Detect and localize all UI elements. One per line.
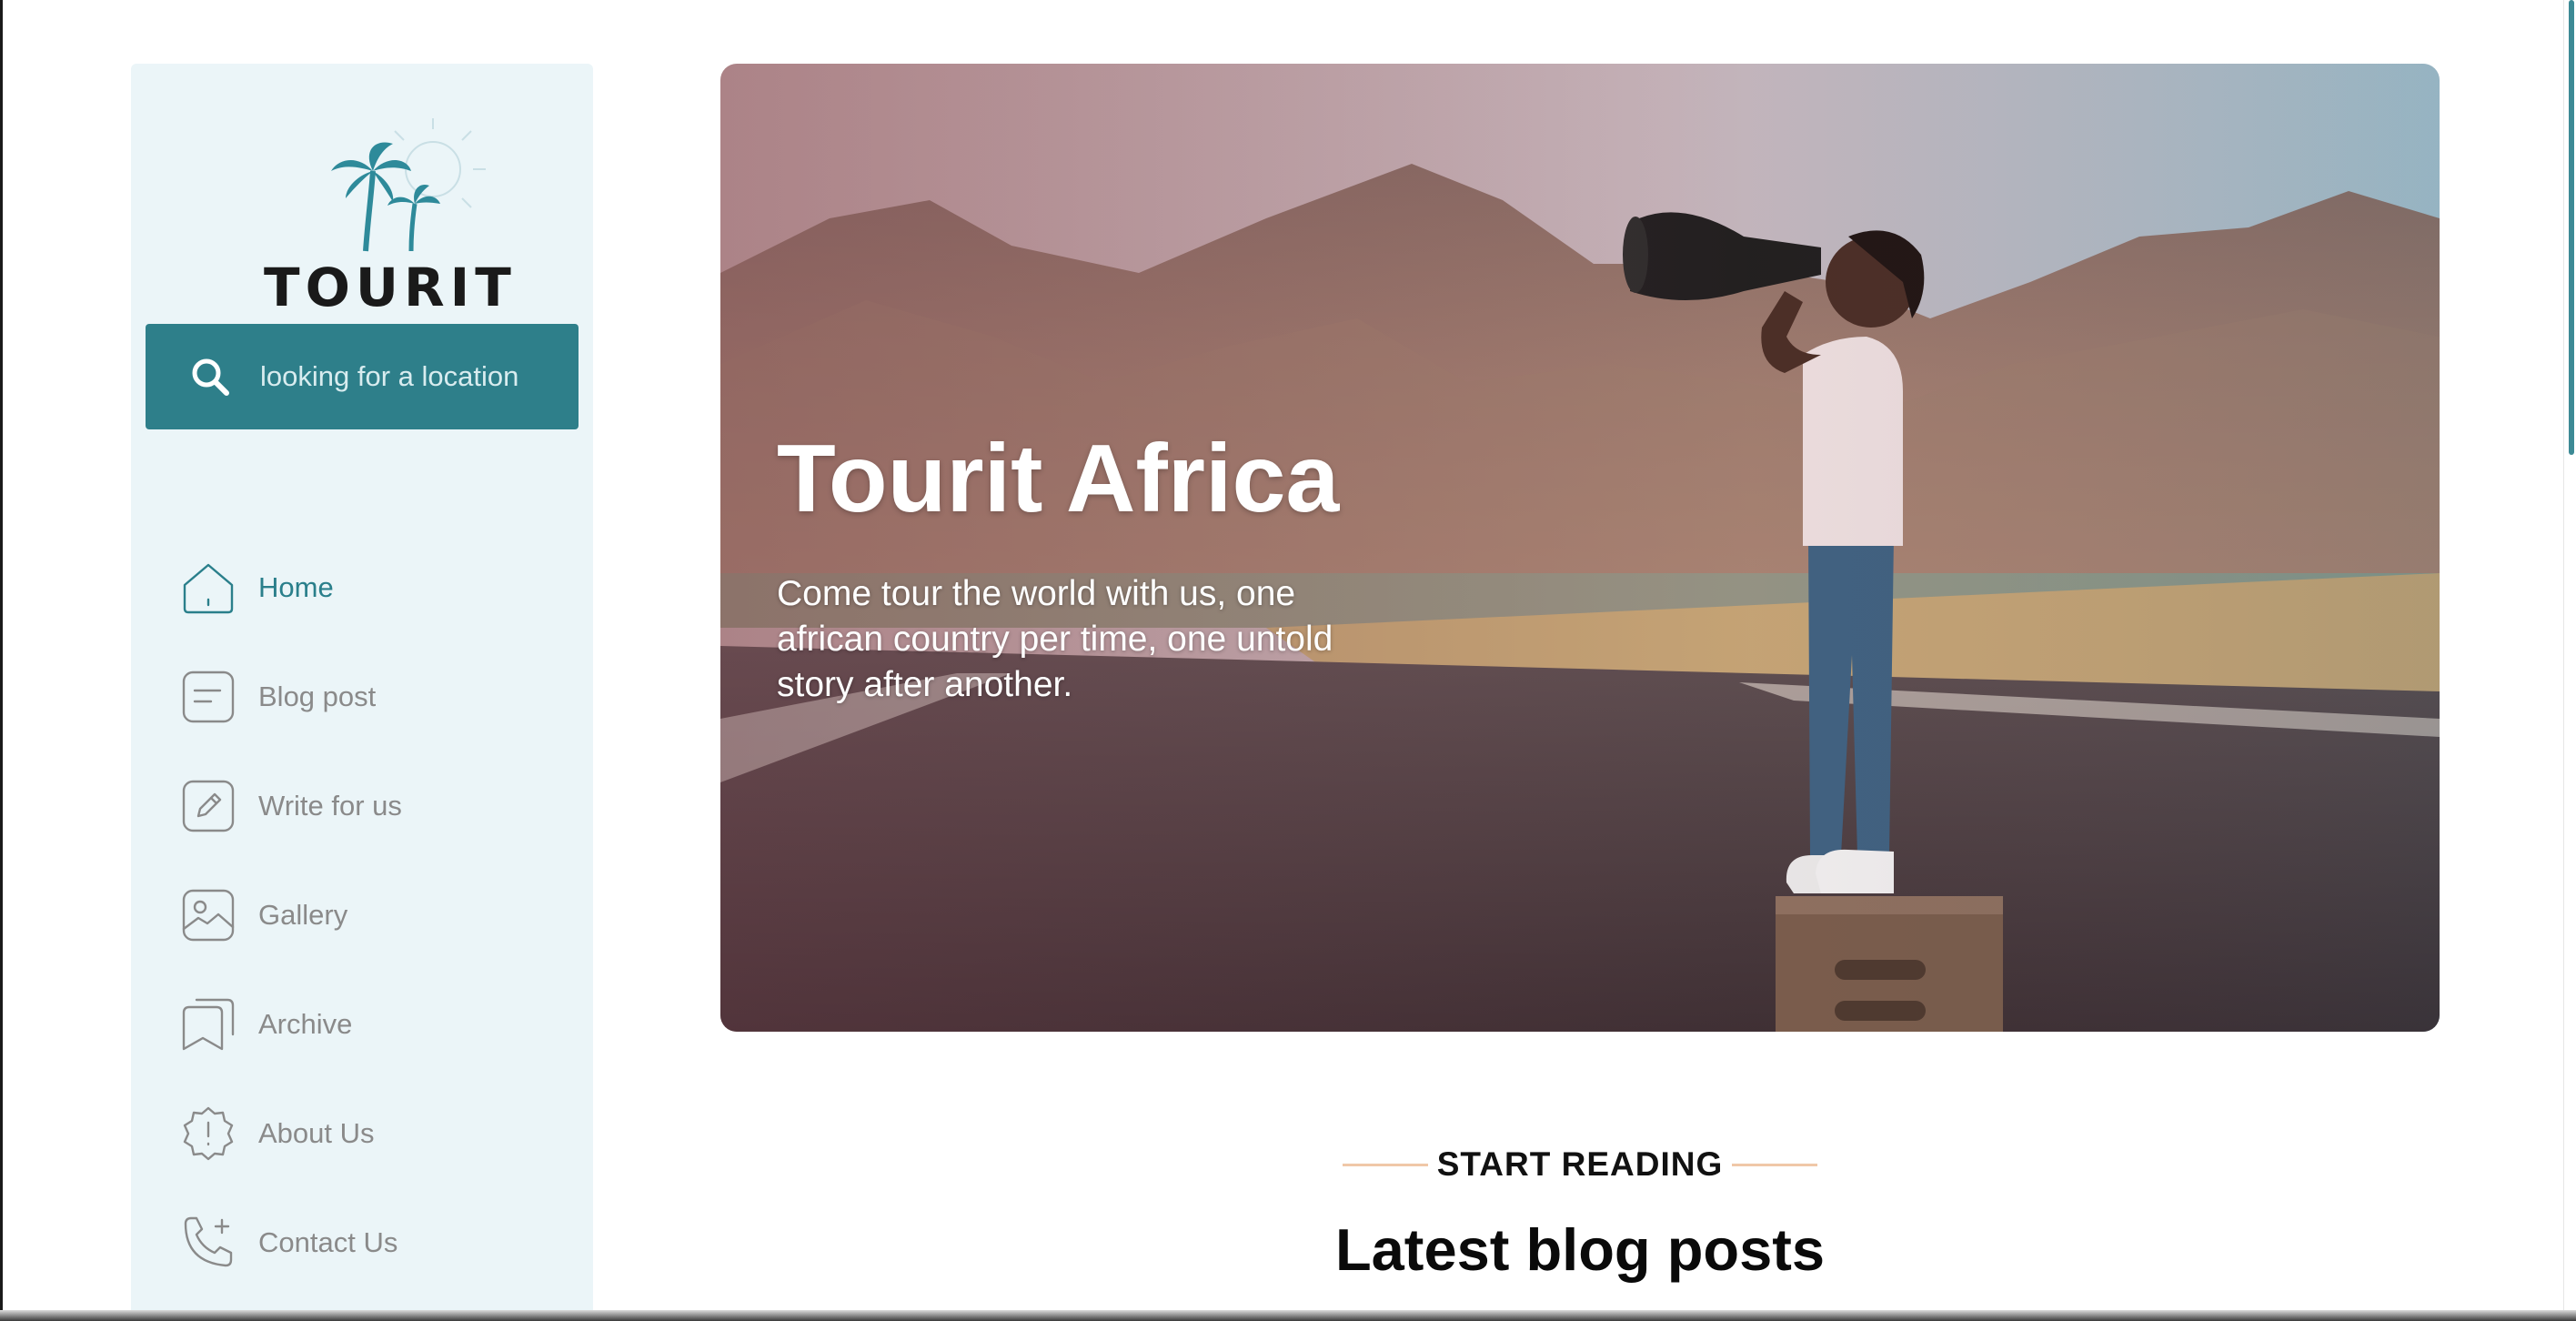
- sidebar-item-label: Archive: [258, 1008, 353, 1040]
- section-title: Latest blog posts: [1334, 1216, 1826, 1283]
- sidebar-item-label: Gallery: [258, 899, 348, 931]
- sidebar-item-label: Contact Us: [258, 1226, 398, 1258]
- sidebar-item-blog-post[interactable]: Blog post: [180, 642, 562, 751]
- palm-sun-icon: [331, 118, 486, 252]
- bookmarks-icon: [180, 996, 236, 1053]
- sidebar-item-write-for-us[interactable]: Write for us: [180, 751, 562, 861]
- document-icon: [180, 669, 236, 725]
- search-bar[interactable]: [146, 324, 579, 429]
- sidebar-item-label: Home: [258, 571, 334, 603]
- search-icon: [192, 358, 229, 396]
- sidebar-item-home[interactable]: Home: [180, 533, 562, 642]
- info-badge-icon: [180, 1105, 236, 1162]
- image-icon: [180, 887, 236, 943]
- window-bottom-edge: [0, 1310, 2576, 1321]
- sidebar-item-label: Blog post: [258, 681, 377, 712]
- search-input[interactable]: [260, 360, 569, 393]
- pencil-icon: [180, 778, 236, 834]
- sidebar-item-label: Write for us: [258, 790, 402, 822]
- page-scrollbar[interactable]: [2563, 0, 2576, 1321]
- window-edge: [0, 0, 3, 1321]
- hero-subtitle: Come tour the world with us, one african…: [777, 574, 1333, 704]
- logo-wordmark: TOURIT: [264, 257, 517, 318]
- scrollbar-thumb[interactable]: [2569, 0, 2574, 455]
- home-icon: [180, 560, 236, 616]
- sidebar-item-label: About Us: [258, 1117, 375, 1149]
- hero-title: Tourit Africa: [777, 425, 1340, 532]
- hero-image: [720, 64, 2440, 1032]
- sidebar-item-contact-us[interactable]: Contact Us: [180, 1188, 562, 1297]
- kicker-divider-right: [1731, 1163, 1817, 1166]
- section-kicker: START READING: [1343, 1141, 1817, 1188]
- kicker-divider-left: [1343, 1163, 1428, 1166]
- phone-add-icon: [180, 1215, 236, 1271]
- hero-banner: Tourit Africa Come tour the world with u…: [720, 64, 2440, 1032]
- sidebar-item-about-us[interactable]: About Us: [180, 1079, 562, 1188]
- sidebar-item-archive[interactable]: Archive: [180, 970, 562, 1079]
- sidebar-item-gallery[interactable]: Gallery: [180, 861, 562, 970]
- tourit-logo[interactable]: [251, 115, 497, 269]
- sidebar: TOURIT Home B: [131, 64, 593, 1321]
- section-kicker-text: START READING: [1436, 1145, 1724, 1183]
